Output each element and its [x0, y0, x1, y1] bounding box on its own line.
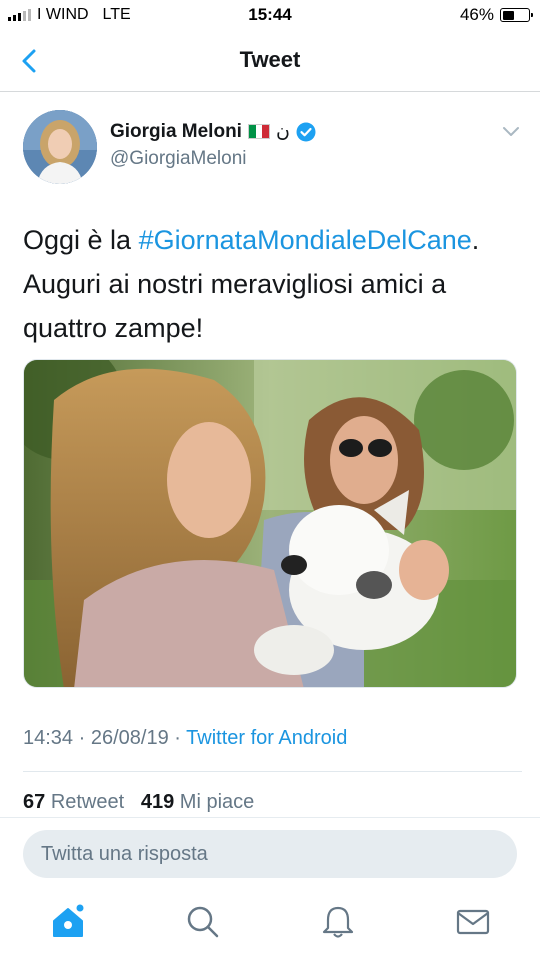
avatar[interactable]: [23, 110, 97, 184]
meta-separator: ·: [78, 727, 86, 749]
verified-badge-icon: [296, 122, 316, 141]
tweet-source-link[interactable]: Twitter for Android: [186, 727, 347, 749]
like-count[interactable]: 419: [141, 791, 174, 813]
chevron-down-icon[interactable]: [502, 126, 520, 138]
italy-flag-icon: [247, 124, 270, 139]
tweet-time: 14:34: [23, 727, 74, 749]
status-bar: I WIND LTE 15:44 46%: [0, 0, 540, 30]
tweet-stats: 67 Retweet 419 Mi piace: [23, 791, 254, 814]
tab-bar: [0, 898, 540, 958]
divider: [23, 771, 522, 772]
hashtag-link[interactable]: #GiornataMondialeDelCane: [139, 225, 472, 255]
tweet-date: 26/08/19: [90, 727, 169, 749]
reply-bar: Twitta una risposta: [0, 817, 540, 960]
home-icon[interactable]: [50, 904, 86, 940]
page-title: Tweet: [239, 47, 301, 72]
like-label[interactable]: Mi piace: [180, 791, 254, 813]
tweet-text: Oggi è la #GiornataMondialeDelCane. Augu…: [23, 218, 518, 350]
retweet-count[interactable]: 67: [23, 791, 45, 813]
tweet-text-start: Oggi è la: [23, 225, 139, 255]
battery-icon: [500, 8, 533, 22]
nav-bar: Tweet: [0, 30, 540, 92]
name-symbol: ن: [275, 121, 290, 142]
retweet-label[interactable]: Retweet: [51, 791, 124, 813]
reply-input[interactable]: Twitta una risposta: [23, 830, 517, 878]
author-handle[interactable]: @GiorgiaMeloni: [110, 148, 247, 170]
notifications-icon[interactable]: [320, 904, 356, 940]
search-icon[interactable]: [185, 904, 221, 940]
messages-icon[interactable]: [455, 904, 491, 940]
avatar-image: [23, 110, 97, 184]
battery-percent: 46%: [459, 5, 494, 24]
meta-separator-2: ·: [174, 727, 181, 749]
tweet-meta: 14:34 · 26/08/19 · Twitter for Android: [23, 727, 347, 750]
photo-image: [24, 360, 516, 687]
author-name: Giorgia Meloni: [110, 120, 242, 142]
tweet-photo[interactable]: [23, 359, 517, 688]
author-name-row[interactable]: Giorgia Meloni ن: [110, 120, 316, 143]
battery-info: 46%: [459, 5, 533, 25]
